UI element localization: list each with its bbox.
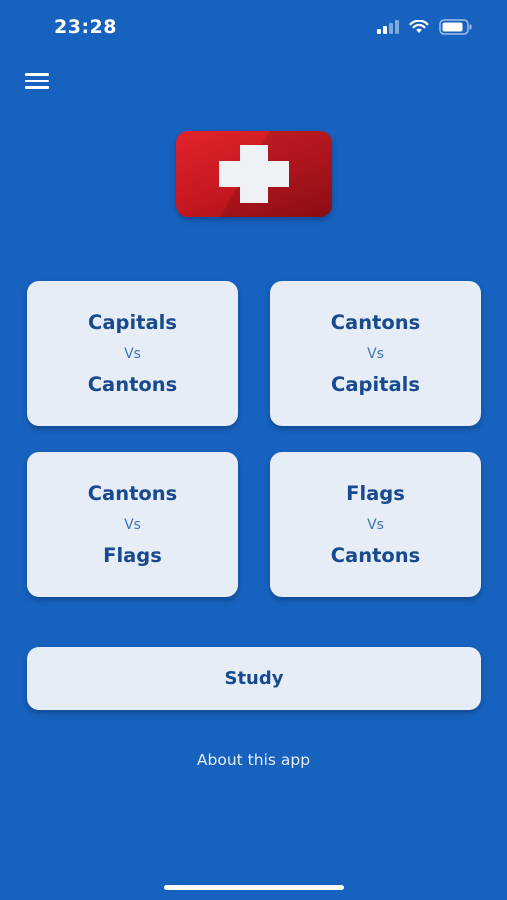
- card-vs-label: Vs: [367, 345, 384, 362]
- card-top-label: Cantons: [330, 310, 421, 334]
- home-indicator[interactable]: [164, 885, 344, 890]
- status-time: 23:28: [54, 16, 117, 38]
- cantons-vs-flags-card[interactable]: Cantons Vs Flags: [27, 452, 238, 597]
- card-bottom-label: Cantons: [87, 372, 178, 396]
- card-vs-label: Vs: [124, 516, 141, 533]
- card-bottom-label: Cantons: [330, 543, 421, 567]
- cantons-vs-capitals-card[interactable]: Cantons Vs Capitals: [270, 281, 481, 426]
- card-bottom-label: Flags: [103, 543, 162, 567]
- swiss-flag-icon: [176, 131, 332, 217]
- card-vs-label: Vs: [367, 516, 384, 533]
- card-top-label: Cantons: [87, 481, 178, 505]
- card-top-label: Flags: [346, 481, 405, 505]
- battery-icon: [439, 19, 472, 35]
- card-vs-label: Vs: [124, 345, 141, 362]
- about-this-app-link[interactable]: About this app: [0, 751, 507, 769]
- cellular-signal-icon: [377, 20, 399, 34]
- card-top-label: Capitals: [88, 310, 177, 334]
- capitals-vs-cantons-card[interactable]: Capitals Vs Cantons: [27, 281, 238, 426]
- card-bottom-label: Capitals: [331, 372, 420, 396]
- status-icons: [377, 19, 473, 35]
- status-bar: 23:28: [0, 0, 507, 56]
- hamburger-menu-icon[interactable]: [25, 70, 51, 92]
- flags-vs-cantons-card[interactable]: Flags Vs Cantons: [270, 452, 481, 597]
- study-button[interactable]: Study: [27, 647, 481, 710]
- wifi-icon: [409, 20, 429, 33]
